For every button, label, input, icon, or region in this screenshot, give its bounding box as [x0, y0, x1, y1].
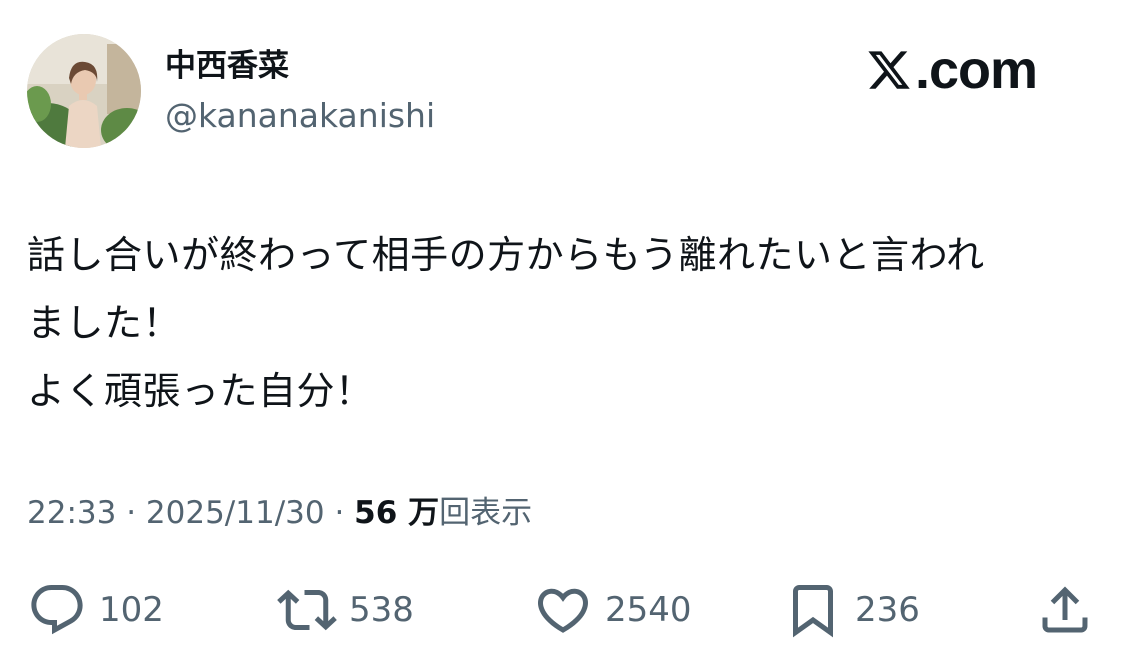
reply-icon	[31, 585, 83, 635]
x-logo-icon	[868, 51, 910, 89]
tweet-text: 話し合いが終わって相手の方からもう離れたいと言われ ました！ よく頑張った自分！	[27, 221, 1097, 425]
meta-separator: ·	[324, 495, 355, 531]
tweet-date[interactable]: 2025/11/30	[146, 495, 325, 531]
brand-text: .com	[915, 40, 1038, 100]
retweet-button[interactable]: 538	[277, 578, 414, 642]
tweet-line: 話し合いが終わって相手の方からもう離れたいと言われ	[27, 233, 985, 277]
like-count: 2540	[605, 590, 692, 630]
bookmark-count: 236	[855, 590, 920, 630]
view-count[interactable]: 56 万	[354, 495, 439, 531]
meta-separator: ·	[116, 495, 146, 531]
share-button[interactable]	[1035, 578, 1095, 642]
retweet-count: 538	[349, 590, 414, 630]
brand-watermark: .com	[866, 38, 1066, 102]
tweet-line: ました！	[27, 301, 182, 345]
reply-count: 102	[99, 590, 164, 630]
heart-icon	[537, 588, 589, 633]
like-button[interactable]: 2540	[533, 578, 692, 642]
avatar-photo	[27, 34, 141, 148]
bookmark-icon	[793, 585, 833, 638]
action-bar: 102 538 2540 236	[0, 578, 1125, 642]
tweet-metadata: 22:33 · 2025/11/30 · 56 万回表示	[27, 492, 532, 534]
author-display-name[interactable]: 中西香菜	[165, 46, 289, 86]
reply-button[interactable]: 102	[27, 578, 164, 642]
tweet-line: よく頑張った自分！	[27, 369, 374, 413]
view-count-label: 回表示	[439, 495, 533, 531]
author-handle[interactable]: @kananakanishi	[165, 95, 435, 137]
tweet-time[interactable]: 22:33	[27, 495, 116, 531]
share-icon	[1042, 586, 1088, 633]
bookmark-button[interactable]: 236	[783, 578, 920, 642]
retweet-icon	[277, 589, 337, 631]
avatar[interactable]	[27, 34, 141, 148]
